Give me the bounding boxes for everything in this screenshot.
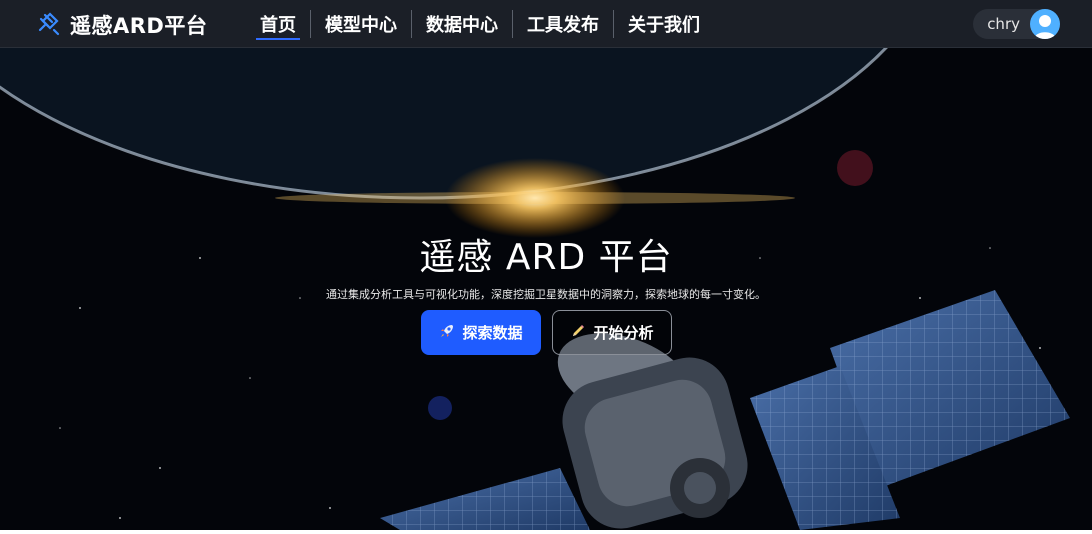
- nav-divider: [613, 10, 614, 38]
- satellite-logo-icon: [36, 10, 62, 40]
- page: 遥感ARD平台 首页 模型中心 数据中心 工具发布 关于我们 chry 遥感 A…: [0, 0, 1092, 534]
- nav-item-models[interactable]: 模型中心: [317, 0, 405, 48]
- logo-text: 遥感ARD平台: [70, 14, 208, 38]
- main-nav: 首页 模型中心 数据中心 工具发布 关于我们: [252, 0, 708, 48]
- hero-title: 遥感 ARD 平台: [419, 237, 673, 278]
- start-analysis-label: 开始分析: [593, 324, 654, 342]
- nav-item-home[interactable]: 首页: [252, 0, 304, 48]
- explore-data-label: 探索数据: [462, 324, 523, 342]
- pencil-icon: [570, 323, 586, 343]
- nav-item-about[interactable]: 关于我们: [620, 0, 708, 48]
- page-bottom-edge: [0, 530, 1092, 534]
- user-name: chry: [987, 15, 1020, 33]
- rocket-icon: [439, 323, 455, 343]
- nav-item-tools[interactable]: 工具发布: [519, 0, 607, 48]
- user-menu[interactable]: chry: [973, 9, 1060, 39]
- start-analysis-button[interactable]: 开始分析: [552, 310, 672, 355]
- user-avatar-icon[interactable]: [1030, 9, 1060, 39]
- nav-divider: [512, 10, 513, 38]
- nav-item-data[interactable]: 数据中心: [418, 0, 506, 48]
- top-navbar: 遥感ARD平台 首页 模型中心 数据中心 工具发布 关于我们 chry: [0, 0, 1092, 48]
- logo[interactable]: 遥感ARD平台: [36, 10, 207, 40]
- hero-subtitle: 通过集成分析工具与可视化功能，深度挖掘卫星数据中的洞察力，探索地球的每一寸变化。: [326, 288, 766, 301]
- explore-data-button[interactable]: 探索数据: [421, 310, 541, 355]
- nav-divider: [310, 10, 311, 38]
- nav-divider: [411, 10, 412, 38]
- hero-banner: 遥感 ARD 平台 通过集成分析工具与可视化功能，深度挖掘卫星数据中的洞察力，探…: [0, 48, 1092, 530]
